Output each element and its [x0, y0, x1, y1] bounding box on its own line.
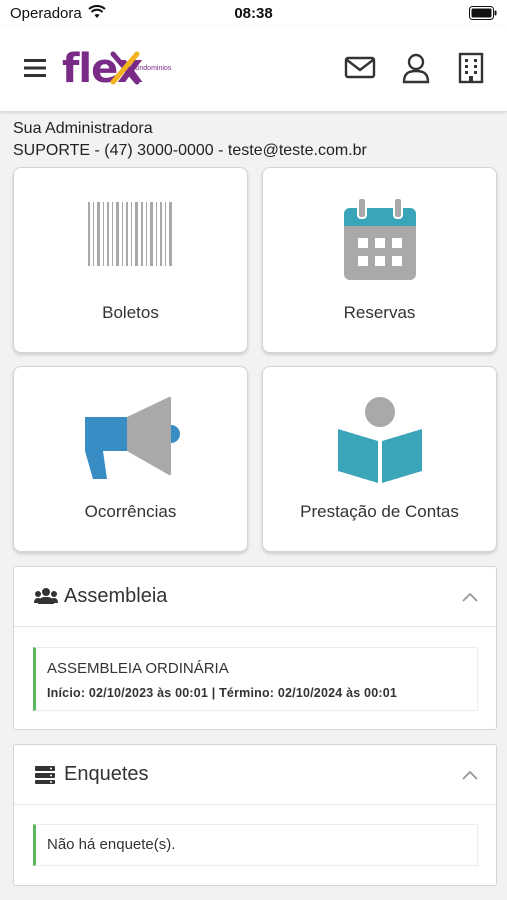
battery-icon	[469, 6, 497, 25]
status-time: 08:38	[234, 5, 273, 22]
tile-boletos-label: Boletos	[102, 303, 159, 322]
tile-ocorrencias-label: Ocorrências	[84, 502, 177, 521]
mail-icon[interactable]	[344, 52, 376, 87]
enquetes-title: Enquetes	[64, 763, 149, 785]
chevron-up-icon[interactable]	[462, 767, 478, 785]
tile-ocorrencias[interactable]: Ocorrências	[13, 366, 248, 552]
hamburger-menu-icon[interactable]	[24, 58, 48, 78]
assembleia-panel: Assembleia ASSEMBLEIA ORDINÁRIA Início: …	[13, 566, 497, 730]
server-icon	[34, 765, 56, 790]
enquetes-panel: Enquetes Não há enquete(s).	[13, 744, 497, 886]
logo-x-mark-icon	[110, 51, 140, 85]
assembleia-entry-dates: Início: 02/10/2023 às 00:01 | Término: 0…	[47, 686, 398, 700]
brand-logo: flex condominios	[62, 46, 171, 92]
assembleia-panel-header[interactable]: Assembleia	[14, 567, 496, 627]
user-icon[interactable]	[401, 52, 431, 89]
chevron-up-icon[interactable]	[462, 589, 478, 607]
book-icon	[334, 395, 426, 490]
users-icon	[34, 587, 58, 610]
enquetes-empty-text: Não há enquete(s).	[47, 836, 176, 853]
tile-boletos[interactable]: Boletos	[13, 167, 248, 353]
enquetes-panel-header[interactable]: Enquetes	[14, 745, 496, 805]
tile-prestacao-contas[interactable]: Prestação de Contas	[262, 366, 497, 552]
status-bar: Operadora 08:38	[0, 0, 507, 26]
admin-contact: SUPORTE - (47) 3000-0000 - teste@teste.c…	[13, 142, 367, 159]
assembleia-title: Assembleia	[64, 585, 168, 607]
tile-reservas[interactable]: Reservas	[262, 167, 497, 353]
barcode-icon	[86, 200, 176, 273]
admin-title: Sua Administradora	[13, 120, 153, 137]
building-icon[interactable]	[457, 52, 485, 89]
tile-prestacao-contas-label: Prestação de Contas	[300, 502, 459, 521]
app-header: flex condominios	[0, 26, 507, 112]
assembleia-entry[interactable]: ASSEMBLEIA ORDINÁRIA Início: 02/10/2023 …	[33, 647, 478, 711]
enquetes-entry: Não há enquete(s).	[33, 824, 478, 866]
assembleia-entry-title: ASSEMBLEIA ORDINÁRIA	[47, 660, 229, 677]
tile-reservas-label: Reservas	[343, 303, 416, 322]
calendar-icon	[342, 196, 418, 287]
megaphone-icon	[81, 395, 181, 490]
